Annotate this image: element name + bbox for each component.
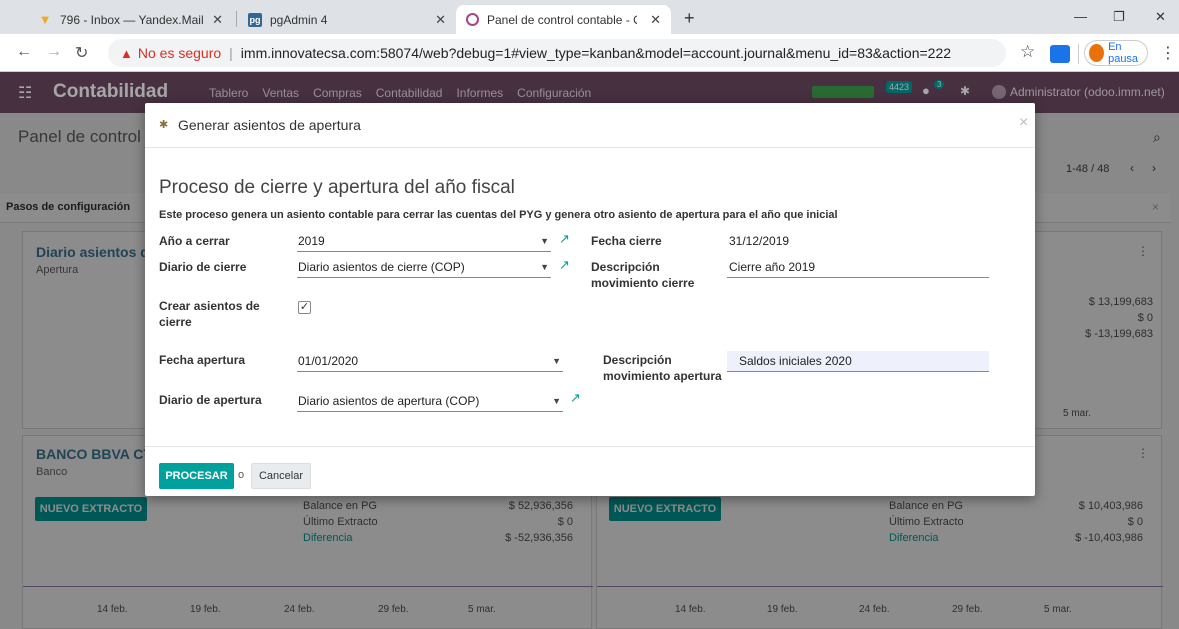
- restore-icon[interactable]: ❐: [1113, 9, 1125, 25]
- label-line: Descripción: [603, 353, 672, 367]
- open-date-label: Fecha apertura: [159, 353, 246, 367]
- tab-title: Panel de control contable - Odoo: [487, 12, 637, 27]
- bookmark-star-icon[interactable]: ☆: [1020, 42, 1035, 62]
- mail-icon: ▼: [38, 12, 52, 27]
- close-tab-icon[interactable]: ✕: [435, 12, 446, 28]
- avatar: [1089, 44, 1105, 62]
- odoo-icon: [466, 13, 479, 26]
- address-bar: ← → ↻ ▲ No es seguro | imm.innovatecsa.c…: [0, 34, 1179, 72]
- open-description-value: Saldos iniciales 2020: [739, 354, 852, 368]
- tab-title: pgAdmin 4: [270, 12, 328, 27]
- reload-icon[interactable]: ↻: [75, 43, 88, 63]
- tab-odoo[interactable]: Panel de control contable - Odoo ✕: [456, 5, 671, 34]
- open-date-select[interactable]: 01/01/2020 ▼: [297, 351, 563, 372]
- profile-paused-chip[interactable]: En pausa: [1084, 40, 1148, 66]
- toolbar-divider: [1078, 44, 1079, 64]
- process-button[interactable]: PROCESAR: [159, 463, 234, 489]
- forward-icon[interactable]: →: [46, 43, 62, 61]
- close-journal-label: Diario de cierre: [159, 260, 247, 274]
- dialog-header: ✱ Generar asientos de apertura ×: [145, 103, 1035, 148]
- open-date-value: 01/01/2020: [298, 354, 359, 368]
- external-link-icon[interactable]: ↗: [559, 231, 570, 247]
- open-description-input[interactable]: Saldos iniciales 2020: [727, 351, 989, 372]
- close-tab-icon[interactable]: ✕: [212, 12, 223, 28]
- close-description-value: Cierre año 2019: [729, 260, 816, 274]
- create-entries-checkbox[interactable]: ✓: [298, 301, 311, 314]
- chevron-down-icon: ▼: [552, 396, 561, 406]
- create-entries-label: Crear asientos de cierre: [159, 298, 260, 330]
- tab-title: 796 - Inbox — Yandex.Mail: [60, 12, 204, 27]
- browser-tab-bar: ▼ 796 - Inbox — Yandex.Mail ✕ pg pgAdmin…: [0, 0, 1179, 34]
- browser-menu-icon[interactable]: ⋮: [1160, 43, 1176, 63]
- chevron-down-icon: ▼: [540, 236, 549, 246]
- chevron-down-icon: ▼: [552, 356, 561, 366]
- opening-entries-dialog: ✱ Generar asientos de apertura × Proceso…: [145, 103, 1035, 496]
- open-journal-label: Diario de apertura: [159, 393, 262, 407]
- year-value: 2019: [298, 234, 325, 248]
- extension-icon[interactable]: [1050, 45, 1070, 63]
- year-select[interactable]: 2019 ▼: [297, 231, 551, 252]
- dialog-title: Generar asientos de apertura: [178, 117, 361, 133]
- label-line: Crear asientos de: [159, 299, 260, 313]
- url-divider: |: [229, 45, 233, 61]
- open-journal-value: Diario asientos de apertura (COP): [298, 394, 480, 408]
- close-tab-icon[interactable]: ✕: [650, 12, 661, 28]
- external-link-icon[interactable]: ↗: [559, 257, 570, 273]
- close-description-input[interactable]: Cierre año 2019: [727, 257, 989, 278]
- close-date-label: Fecha cierre: [591, 234, 662, 248]
- footer-divider: [145, 446, 1035, 447]
- form-description: Este proceso genera un asiento contable …: [159, 209, 838, 221]
- label-line: cierre: [159, 315, 192, 329]
- tab-pgadmin[interactable]: pg pgAdmin 4 ✕: [238, 5, 456, 34]
- external-link-icon[interactable]: ↗: [570, 390, 581, 406]
- close-window-icon[interactable]: ✕: [1155, 9, 1166, 25]
- label-line: movimiento cierre: [591, 276, 695, 290]
- url-field[interactable]: ▲ No es seguro | imm.innovatecsa.com:580…: [108, 39, 1006, 67]
- dialog-close-icon[interactable]: ×: [1019, 114, 1028, 132]
- close-description-label: Descripción movimiento cierre: [591, 259, 694, 291]
- cancel-button[interactable]: Cancelar: [251, 463, 311, 489]
- pause-label: En pausa: [1108, 41, 1139, 65]
- close-date-value: 31/12/2019: [729, 234, 790, 248]
- minimize-icon[interactable]: —: [1074, 9, 1087, 24]
- form-heading: Proceso de cierre y apertura del año fis…: [159, 177, 515, 198]
- not-secure-label: No es seguro: [137, 45, 222, 61]
- tab-separator: [236, 11, 237, 27]
- chevron-down-icon: ▼: [540, 262, 549, 272]
- label-line: movimiento apertura: [603, 369, 722, 383]
- warning-icon: ▲: [120, 45, 133, 61]
- url-text: imm.innovatecsa.com:58074/web?debug=1#vi…: [240, 45, 952, 61]
- tab-yandex-mail[interactable]: ▼ 796 - Inbox — Yandex.Mail ✕: [28, 5, 233, 34]
- or-label: o: [238, 469, 245, 481]
- open-description-label: Descripción movimiento apertura: [603, 352, 722, 384]
- close-journal-value: Diario asientos de cierre (COP): [298, 260, 465, 274]
- close-journal-select[interactable]: Diario asientos de cierre (COP) ▼: [297, 257, 551, 278]
- label-line: Descripción: [591, 260, 660, 274]
- open-journal-select[interactable]: Diario asientos de apertura (COP) ▼: [297, 391, 563, 412]
- pgadmin-icon: pg: [248, 12, 262, 27]
- new-tab-icon[interactable]: +: [684, 8, 695, 29]
- year-label: Año a cerrar: [159, 234, 230, 248]
- debug-bug-icon: ✱: [159, 119, 169, 131]
- back-icon[interactable]: ←: [16, 43, 32, 61]
